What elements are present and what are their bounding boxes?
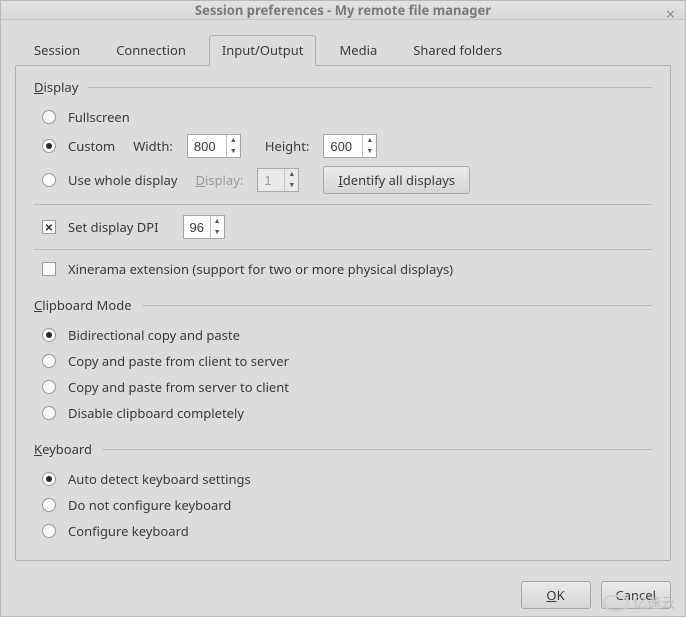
width-input[interactable] xyxy=(188,135,226,157)
height-label: Height: xyxy=(265,137,310,155)
group-keyboard: Keyboard Auto detect keyboard settings D… xyxy=(34,440,652,544)
radio-kb-auto[interactable] xyxy=(42,472,56,486)
radio-custom[interactable] xyxy=(42,139,56,153)
group-clipboard: Clipboard Mode Bidirectional copy and pa… xyxy=(34,296,652,426)
row-kb-config[interactable]: Configure keyboard xyxy=(34,518,652,544)
cloud-icon xyxy=(603,595,629,611)
separator xyxy=(34,249,652,250)
display-accel: D xyxy=(34,78,44,96)
row-use-whole-display[interactable]: Use whole display Display: ▲▼ Identify a… xyxy=(34,162,652,198)
clip-c2s-label: Copy and paste from client to server xyxy=(68,352,289,370)
radio-clip-bidir[interactable] xyxy=(42,328,56,342)
width-up-icon[interactable]: ▲ xyxy=(227,135,240,146)
group-display-title: Display xyxy=(34,78,652,96)
fullscreen-label: Fullscreen xyxy=(68,108,130,126)
dpi-down-icon[interactable]: ▼ xyxy=(211,227,224,238)
xinerama-label: Xinerama extension (support for two or m… xyxy=(68,260,453,278)
kb-auto-label: Auto detect keyboard settings xyxy=(68,470,251,488)
radio-use-whole-display[interactable] xyxy=(42,173,56,187)
width-spinner[interactable]: ▲▼ xyxy=(187,134,241,158)
display-down-icon: ▼ xyxy=(285,180,298,191)
watermark-text: 亿速云 xyxy=(633,593,675,613)
clip-disable-label: Disable clipboard completely xyxy=(68,404,244,422)
row-set-dpi[interactable]: Set display DPI ▲▼ xyxy=(34,211,652,243)
display-selector-label: Display: xyxy=(195,171,243,189)
tab-session[interactable]: Session xyxy=(21,35,93,66)
radio-kb-config[interactable] xyxy=(42,524,56,538)
row-clip-bidir[interactable]: Bidirectional copy and paste xyxy=(34,322,652,348)
row-kb-none[interactable]: Do not configure keyboard xyxy=(34,492,652,518)
dpi-up-icon[interactable]: ▲ xyxy=(211,216,224,227)
dialog-footer: OK Cancel xyxy=(1,571,685,621)
tab-media[interactable]: Media xyxy=(326,35,390,66)
clip-s2c-label: Copy and paste from server to client xyxy=(68,378,289,396)
window-title: Session preferences - My remote file man… xyxy=(195,1,491,19)
session-preferences-window: Session preferences - My remote file man… xyxy=(0,0,686,617)
watermark: 亿速云 xyxy=(603,593,675,613)
checkbox-xinerama[interactable] xyxy=(42,262,56,276)
group-display: Display Fullscreen Custom Width: ▲▼ Heig… xyxy=(34,78,652,282)
tab-pane-input-output: Display Fullscreen Custom Width: ▲▼ Heig… xyxy=(15,65,671,561)
row-xinerama[interactable]: Xinerama extension (support for two or m… xyxy=(34,256,652,282)
radio-clip-disable[interactable] xyxy=(42,406,56,420)
row-kb-auto[interactable]: Auto detect keyboard settings xyxy=(34,466,652,492)
checkbox-set-dpi[interactable] xyxy=(42,220,56,234)
kb-config-label: Configure keyboard xyxy=(68,522,189,540)
display-up-icon: ▲ xyxy=(285,169,298,180)
height-input[interactable] xyxy=(324,135,362,157)
group-keyboard-title: Keyboard xyxy=(34,440,652,458)
tab-bar: Session Connection Input/Output Media Sh… xyxy=(15,35,671,66)
clip-bidir-label: Bidirectional copy and paste xyxy=(68,326,240,344)
group-clipboard-title: Clipboard Mode xyxy=(34,296,652,314)
row-clip-disable[interactable]: Disable clipboard completely xyxy=(34,400,652,426)
row-clip-s2c[interactable]: Copy and paste from server to client xyxy=(34,374,652,400)
dpi-spinner[interactable]: ▲▼ xyxy=(183,215,225,239)
row-custom[interactable]: Custom Width: ▲▼ Height: ▲▼ xyxy=(34,130,652,162)
use-whole-display-label: Use whole display xyxy=(68,171,177,189)
ok-button[interactable]: OK xyxy=(521,581,591,609)
radio-fullscreen[interactable] xyxy=(42,110,56,124)
set-dpi-label: Set display DPI xyxy=(68,218,159,236)
height-down-icon[interactable]: ▼ xyxy=(363,146,376,157)
tab-connection[interactable]: Connection xyxy=(103,35,199,66)
width-down-icon[interactable]: ▼ xyxy=(227,146,240,157)
display-input xyxy=(258,169,284,191)
height-spinner[interactable]: ▲▼ xyxy=(323,134,377,158)
display-spinner: ▲▼ xyxy=(257,168,299,192)
row-fullscreen[interactable]: Fullscreen xyxy=(34,104,652,130)
width-label: Width: xyxy=(133,137,173,155)
row-clip-c2s[interactable]: Copy and paste from client to server xyxy=(34,348,652,374)
tab-shared-folders[interactable]: Shared folders xyxy=(400,35,515,66)
dpi-input[interactable] xyxy=(184,216,210,238)
radio-clip-c2s[interactable] xyxy=(42,354,56,368)
height-up-icon[interactable]: ▲ xyxy=(363,135,376,146)
identify-displays-button[interactable]: Identify all displays xyxy=(323,166,470,194)
titlebar: Session preferences - My remote file man… xyxy=(1,1,685,20)
radio-clip-s2c[interactable] xyxy=(42,380,56,394)
custom-label: Custom xyxy=(68,137,115,155)
tab-input-output[interactable]: Input/Output xyxy=(209,35,317,66)
kb-none-label: Do not configure keyboard xyxy=(68,496,231,514)
separator xyxy=(34,204,652,205)
radio-kb-none[interactable] xyxy=(42,498,56,512)
